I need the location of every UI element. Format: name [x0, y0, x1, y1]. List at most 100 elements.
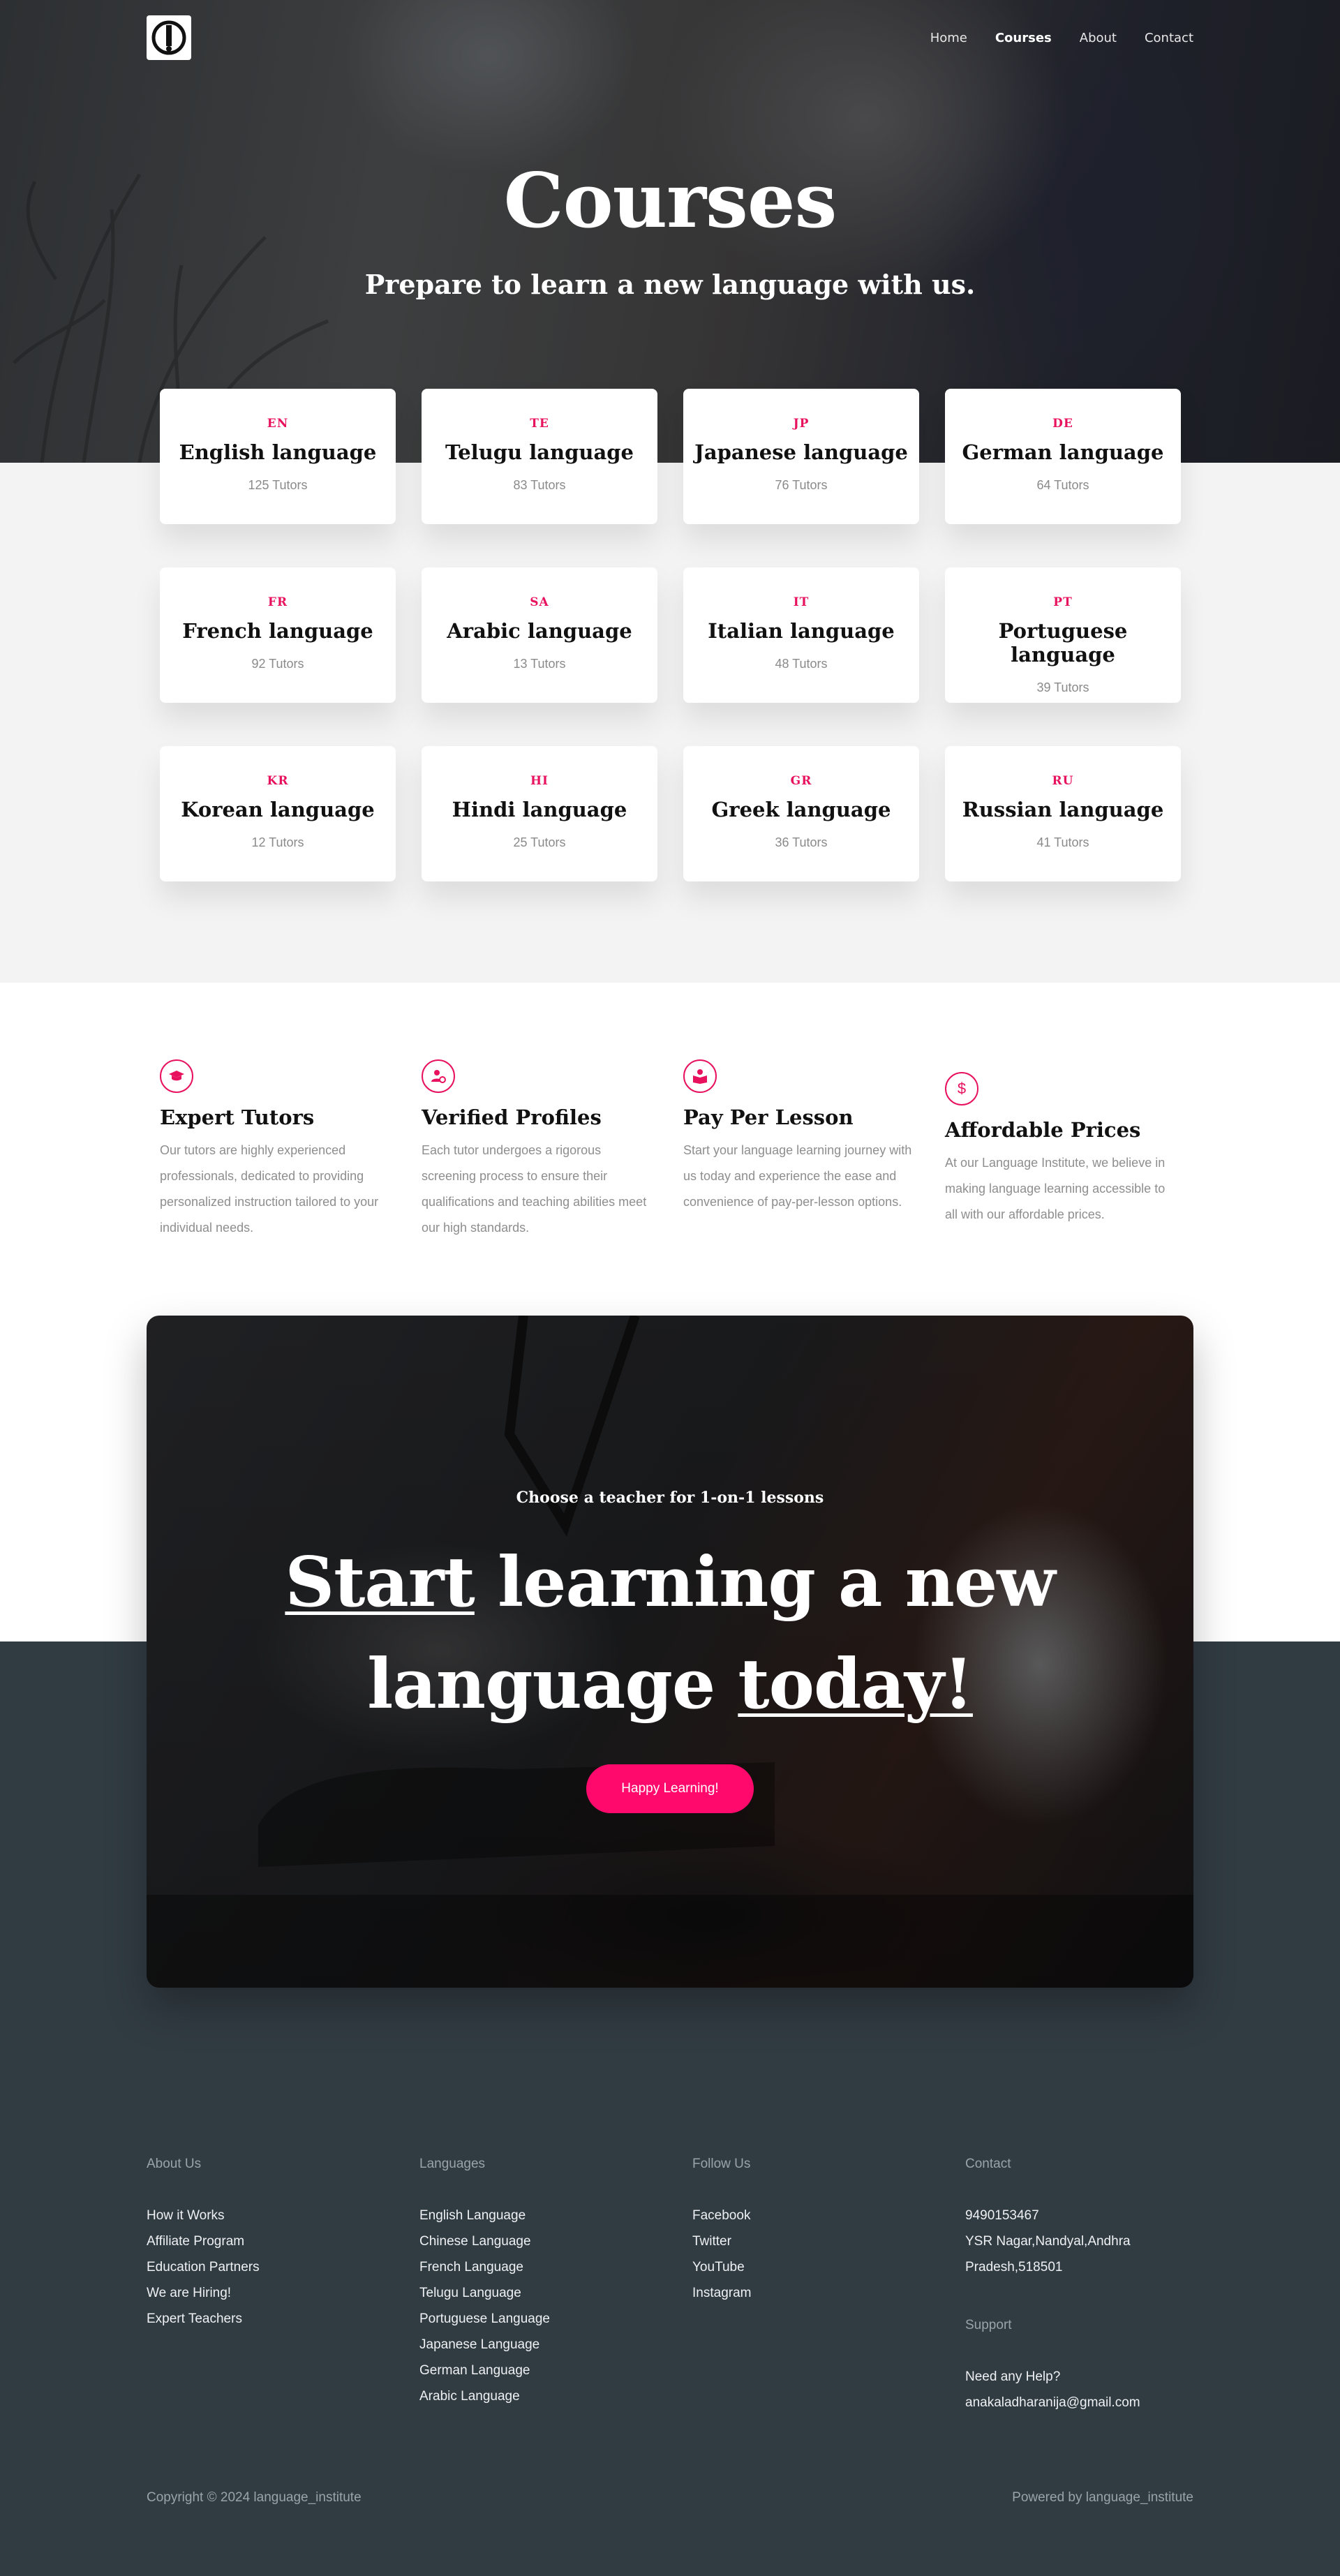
course-code: TE	[530, 417, 549, 431]
nav-home-link[interactable]: Home	[930, 31, 967, 45]
feature-description: Start your language learning journey wit…	[683, 1143, 912, 1209]
site-logo[interactable]	[147, 15, 191, 60]
course-code: IT	[793, 595, 810, 609]
feature-title: Affordable Prices	[945, 1118, 1141, 1142]
cta-headline-start: Start	[285, 1542, 475, 1623]
course-name: Hindi language	[452, 798, 627, 821]
course-tutor-count: 12 Tutors	[251, 835, 304, 849]
footer-link-how-it-works[interactable]: How it Works	[147, 2203, 419, 2228]
footer-link-hiring[interactable]: We are Hiring!	[147, 2280, 419, 2306]
footer-link-portuguese[interactable]: Portuguese Language	[419, 2306, 692, 2332]
course-name: Korean language	[181, 798, 375, 821]
course-card-japanese[interactable]: JP Japanese language 76 Tutors	[683, 389, 919, 524]
feature-description: At our Language Institute, we believe in…	[945, 1156, 1166, 1221]
course-card-greek[interactable]: GR Greek language 36 Tutors	[683, 746, 919, 881]
course-tutor-count: 48 Tutors	[775, 657, 828, 671]
course-code: EN	[267, 417, 289, 431]
happy-learning-button[interactable]: Happy Learning!	[586, 1764, 754, 1813]
footer-link-instagram[interactable]: Instagram	[692, 2280, 965, 2306]
course-card-italian[interactable]: IT Italian language 48 Tutors	[683, 567, 919, 703]
footer-link-arabic[interactable]: Arabic Language	[419, 2383, 692, 2409]
footer-link-facebook[interactable]: Facebook	[692, 2203, 965, 2228]
course-name: German language	[962, 440, 1164, 464]
footer-link-expert-teachers[interactable]: Expert Teachers	[147, 2306, 419, 2332]
course-name: Japanese language	[694, 440, 908, 464]
course-card-russian[interactable]: RU Russian language 41 Tutors	[945, 746, 1181, 881]
course-card-german[interactable]: DE German language 64 Tutors	[945, 389, 1181, 524]
feature-affordable-prices: $ Affordable Prices At our Language Inst…	[945, 1059, 1181, 1241]
copyright-text: Copyright © 2024 language_institute	[147, 2490, 362, 2505]
support-email-link[interactable]: anakaladharanija@gmail.com	[965, 2390, 1238, 2415]
nav-courses-link[interactable]: Courses	[995, 31, 1052, 45]
footer-link-german[interactable]: German Language	[419, 2358, 692, 2383]
course-code: GR	[790, 774, 812, 788]
course-code: HI	[530, 774, 549, 788]
course-code: PT	[1053, 595, 1073, 609]
footer-link-japanese[interactable]: Japanese Language	[419, 2332, 692, 2358]
support-text: Need any Help?	[965, 2369, 1061, 2384]
footer-heading-follow: Follow Us	[692, 2157, 751, 2171]
course-tutor-count: 13 Tutors	[513, 657, 566, 671]
course-tutor-count: 92 Tutors	[251, 657, 304, 671]
cta-banner: Choose a teacher for 1-on-1 lessons Star…	[147, 1316, 1193, 1988]
footer-link-education-partners[interactable]: Education Partners	[147, 2254, 419, 2280]
contact-phone: 9490153467	[965, 2208, 1039, 2223]
footer-bottom-bar: Copyright © 2024 language_institute Powe…	[147, 2490, 1193, 2506]
course-card-hindi[interactable]: HI Hindi language 25 Tutors	[422, 746, 657, 881]
course-code: FR	[267, 595, 288, 609]
course-tutor-count: 25 Tutors	[513, 835, 566, 849]
feature-description: Our tutors are highly experienced profes…	[160, 1143, 379, 1235]
contact-address-line1: YSR Nagar,Nandyal,Andhra	[965, 2234, 1131, 2249]
footer-link-twitter[interactable]: Twitter	[692, 2228, 965, 2254]
course-code: RU	[1052, 774, 1074, 788]
feature-description: Each tutor undergoes a rigorous screenin…	[422, 1143, 647, 1235]
course-card-korean[interactable]: KR Korean language 12 Tutors	[160, 746, 396, 881]
footer-heading-contact: Contact	[965, 2157, 1011, 2171]
footer-link-french[interactable]: French Language	[419, 2254, 692, 2280]
footer-link-chinese[interactable]: Chinese Language	[419, 2228, 692, 2254]
course-card-portuguese[interactable]: PT Portuguese language 39 Tutors	[945, 567, 1181, 703]
course-card-arabic[interactable]: SA Arabic language 13 Tutors	[422, 567, 657, 703]
course-code: SA	[530, 595, 549, 609]
footer-link-affiliate[interactable]: Affiliate Program	[147, 2228, 419, 2254]
user-check-icon	[422, 1059, 455, 1093]
nav-contact-link[interactable]: Contact	[1145, 31, 1193, 45]
footer-link-youtube[interactable]: YouTube	[692, 2254, 965, 2280]
course-card-telugu[interactable]: TE Telugu language 83 Tutors	[422, 389, 657, 524]
course-card-english[interactable]: EN English language 125 Tutors	[160, 389, 396, 524]
features-row: Expert Tutors Our tutors are highly expe…	[160, 1059, 1180, 1241]
nav-about-link[interactable]: About	[1080, 31, 1117, 45]
course-name: English language	[179, 440, 377, 464]
course-tutor-count: 36 Tutors	[775, 835, 828, 849]
dollar-icon: $	[945, 1072, 978, 1105]
course-tutor-count: 83 Tutors	[513, 478, 566, 492]
course-tutor-count: 76 Tutors	[775, 478, 828, 492]
graduation-cap-icon	[160, 1059, 193, 1093]
footer-link-telugu[interactable]: Telugu Language	[419, 2280, 692, 2306]
course-code: KR	[267, 774, 289, 788]
book-reader-icon	[683, 1059, 717, 1093]
course-card-french[interactable]: FR French language 92 Tutors	[160, 567, 396, 703]
course-code: JP	[793, 417, 810, 431]
cta-headline-line1: learning a new	[474, 1542, 1056, 1623]
course-tutor-count: 39 Tutors	[1036, 680, 1089, 694]
footer-contact-column: Contact 9490153467 YSR Nagar,Nandyal,And…	[965, 2157, 1238, 2415]
contact-address-line2: Pradesh,518501	[965, 2260, 1063, 2275]
footer-follow-column: Follow Us Facebook Twitter YouTube Insta…	[692, 2157, 965, 2415]
footer-link-english[interactable]: English Language	[419, 2203, 692, 2228]
course-name: Russian language	[962, 798, 1164, 821]
course-name: Italian language	[708, 619, 895, 643]
feature-title: Verified Profiles	[422, 1105, 602, 1129]
footer-heading-about: About Us	[147, 2157, 202, 2171]
footer-heading-support: Support	[965, 2318, 1012, 2332]
cta-kicker: Choose a teacher for 1-on-1 lessons	[516, 1489, 824, 1507]
course-code: DE	[1052, 417, 1073, 431]
logo-icon	[151, 20, 186, 55]
course-tutor-count: 41 Tutors	[1036, 835, 1089, 849]
course-name: Arabic language	[447, 619, 632, 643]
footer-about-column: About Us How it Works Affiliate Program …	[147, 2157, 419, 2415]
feature-expert-tutors: Expert Tutors Our tutors are highly expe…	[160, 1059, 396, 1241]
cta-headline-line2: language	[367, 1644, 738, 1725]
course-tutor-count: 125 Tutors	[248, 478, 308, 492]
course-name: Portuguese language	[998, 619, 1128, 667]
